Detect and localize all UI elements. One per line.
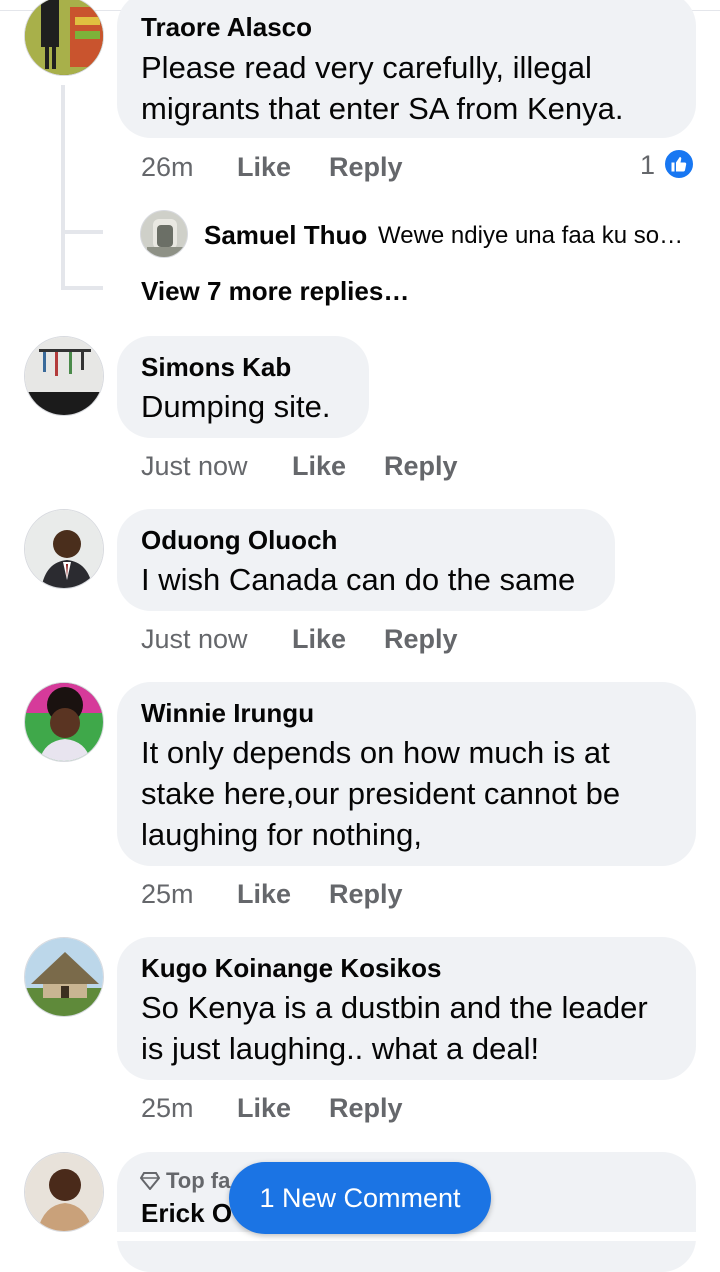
comment-text-line: So Kenya is a dustbin and the leader: [141, 990, 648, 1025]
reply-button[interactable]: Reply: [329, 879, 403, 910]
comment-text-line: laughing for nothing,: [141, 817, 422, 852]
reply-button[interactable]: Reply: [384, 451, 458, 482]
comment-text-line: It only depends on how much is at: [141, 735, 610, 770]
avatar[interactable]: [140, 210, 188, 258]
thumbs-up-glyph: [671, 156, 687, 172]
reply-button[interactable]: Reply: [329, 152, 403, 183]
avatar[interactable]: [24, 1152, 104, 1232]
avatar-photo: [25, 510, 103, 588]
avatar[interactable]: [24, 937, 104, 1017]
commenter-name[interactable]: Simons Kab: [141, 352, 291, 383]
comment-text-line: is just laughing.. what a deal!: [141, 1031, 540, 1066]
reply-button[interactable]: Reply: [384, 624, 458, 655]
comment-actions: Just now Like Reply: [141, 624, 701, 664]
like-button[interactable]: Like: [292, 624, 346, 655]
thread-connector-branch: [61, 286, 103, 290]
view-more-replies-link[interactable]: View 7 more replies…: [141, 276, 409, 307]
comment-time[interactable]: Just now: [141, 624, 248, 655]
comment-bubble[interactable]: Simons Kab Dumping site.: [117, 336, 369, 438]
comment-bubble[interactable]: Winnie Irungu It only depends on how muc…: [117, 682, 696, 866]
commenter-name[interactable]: Kugo Koinange Kosikos: [141, 953, 441, 984]
diamond-icon: [139, 1172, 161, 1191]
thread-connector-branch: [61, 230, 103, 234]
comment-text-line: Dumping site.: [141, 389, 331, 424]
commenter-name[interactable]: Oduong Oluoch: [141, 525, 337, 556]
reply-preview-text[interactable]: Wewe ndiye una faa ku so…: [378, 222, 683, 250]
commenter-name[interactable]: Winnie Irungu: [141, 698, 314, 729]
commenter-name[interactable]: Traore Alasco: [141, 12, 312, 43]
reply-button[interactable]: Reply: [329, 1093, 403, 1124]
comment-text-line: Please read very carefully, illegal: [141, 50, 592, 85]
like-button[interactable]: Like: [292, 451, 346, 482]
thumbs-up-icon[interactable]: [663, 148, 695, 180]
comment-bubble[interactable]: Kugo Koinange Kosikos So Kenya is a dust…: [117, 937, 696, 1080]
reply-author-name[interactable]: Samuel Thuo: [204, 220, 367, 251]
avatar-photo: [25, 0, 103, 75]
avatar-photo: [25, 938, 103, 1016]
avatar-photo: [25, 337, 103, 415]
like-button[interactable]: Like: [237, 1093, 291, 1124]
comment-time[interactable]: 25m: [141, 879, 194, 910]
avatar[interactable]: [24, 509, 104, 589]
comment-time[interactable]: 26m: [141, 152, 194, 183]
comment-text-line: I wish Canada can do the same: [141, 562, 576, 597]
reaction-count[interactable]: 1: [640, 150, 655, 181]
avatar-photo: [25, 683, 103, 761]
avatar[interactable]: [24, 0, 104, 76]
comment-text-line: migrants that enter SA from Kenya.: [141, 91, 624, 126]
comment-time[interactable]: Just now: [141, 451, 248, 482]
like-button[interactable]: Like: [237, 879, 291, 910]
comment-text-line: stake here,our president cannot be: [141, 776, 621, 811]
comment-actions: 26m Like Reply: [141, 152, 701, 192]
comment-time[interactable]: 25m: [141, 1093, 194, 1124]
new-comment-toast-button[interactable]: 1 New Comment: [229, 1162, 491, 1234]
avatar-photo: [25, 1153, 103, 1231]
top-fan-badge: Top fa: [139, 1168, 231, 1194]
comment-actions: 25m Like Reply: [141, 879, 701, 919]
comment-actions: 25m Like Reply: [141, 1093, 701, 1133]
commenter-name[interactable]: Erick O: [141, 1198, 232, 1229]
comment-actions: Just now Like Reply: [141, 451, 701, 491]
comment-bubble[interactable]: Traore Alasco Please read very carefully…: [117, 0, 696, 138]
avatar-photo: [141, 211, 187, 257]
avatar[interactable]: [24, 682, 104, 762]
comment-bubble[interactable]: Oduong Oluoch I wish Canada can do the s…: [117, 509, 615, 611]
avatar[interactable]: [24, 336, 104, 416]
new-comment-toast-label: 1 New Comment: [259, 1182, 461, 1213]
thread-connector: [61, 85, 65, 290]
like-button[interactable]: Like: [237, 152, 291, 183]
top-fan-label: Top fa: [166, 1168, 231, 1193]
